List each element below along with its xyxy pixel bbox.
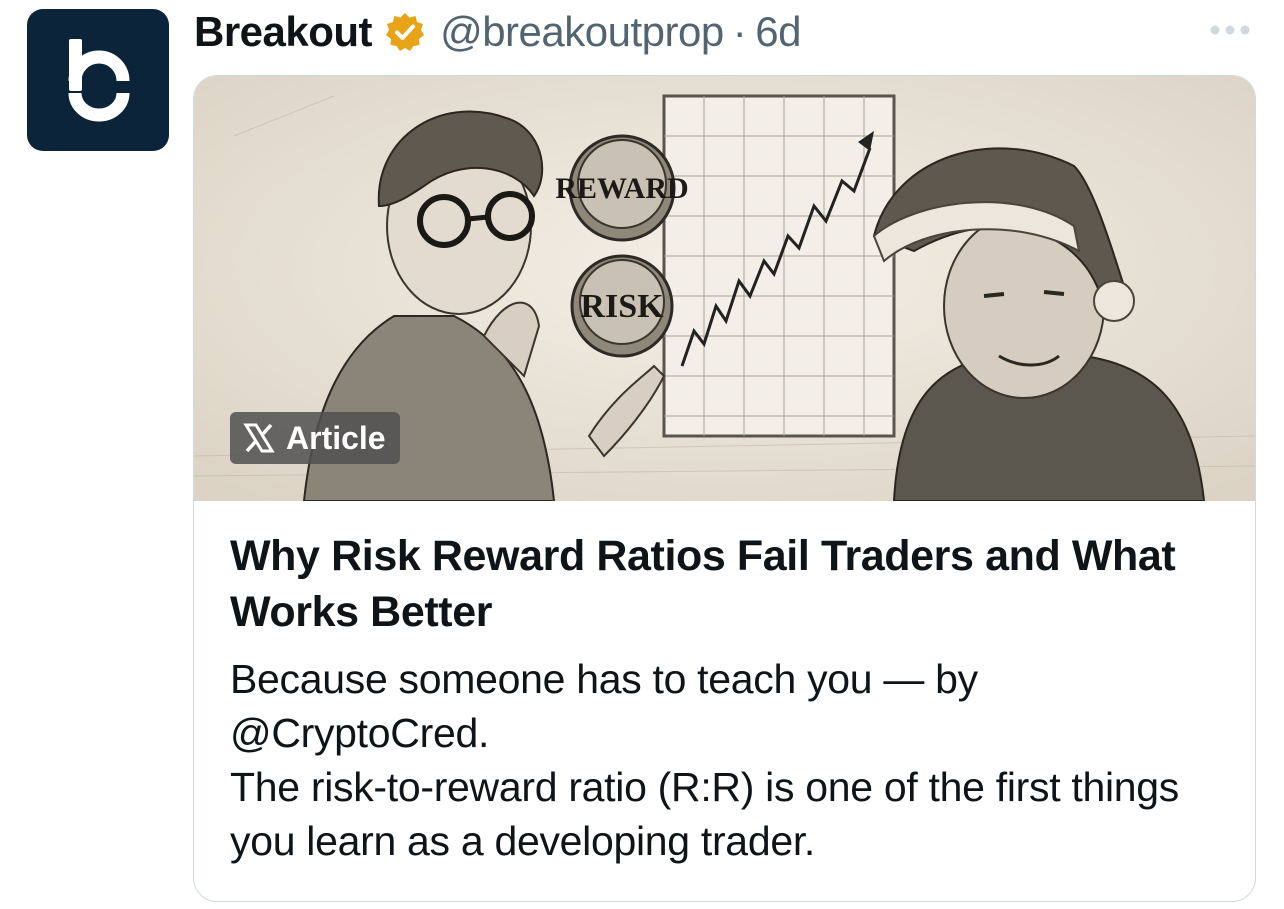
author-handle[interactable]: @breakoutprop [440,8,724,56]
article-card[interactable]: REWARD RISK Article Why Risk Reward Rati… [193,75,1256,902]
avatar[interactable] [27,9,169,151]
article-badge: Article [230,412,400,464]
article-preview-line: Because someone has to teach you — by @C… [230,656,978,756]
x-logo-icon [243,423,275,453]
more-options-icon[interactable] [1207,20,1253,40]
reward-coin-label: REWARD [555,172,688,205]
article-image[interactable]: REWARD RISK Article [194,76,1255,501]
breakout-logo-icon [68,39,130,122]
verified-badge-icon[interactable] [384,11,426,53]
display-name[interactable]: Breakout [194,8,373,56]
article-preview[interactable]: Because someone has to teach you — by @C… [230,652,1230,868]
article-preview-line: The risk-to-reward ratio (R:R) is one of… [230,764,1179,864]
separator-dot: · [732,8,747,55]
article-badge-label: Article [286,419,386,456]
article-title[interactable]: Why Risk Reward Ratios Fail Traders and … [230,528,1220,640]
tweet-header: Breakout @breakoutprop · 6d [194,4,801,60]
timestamp[interactable]: 6d [755,8,801,56]
risk-coin-label: RISK [580,288,664,325]
